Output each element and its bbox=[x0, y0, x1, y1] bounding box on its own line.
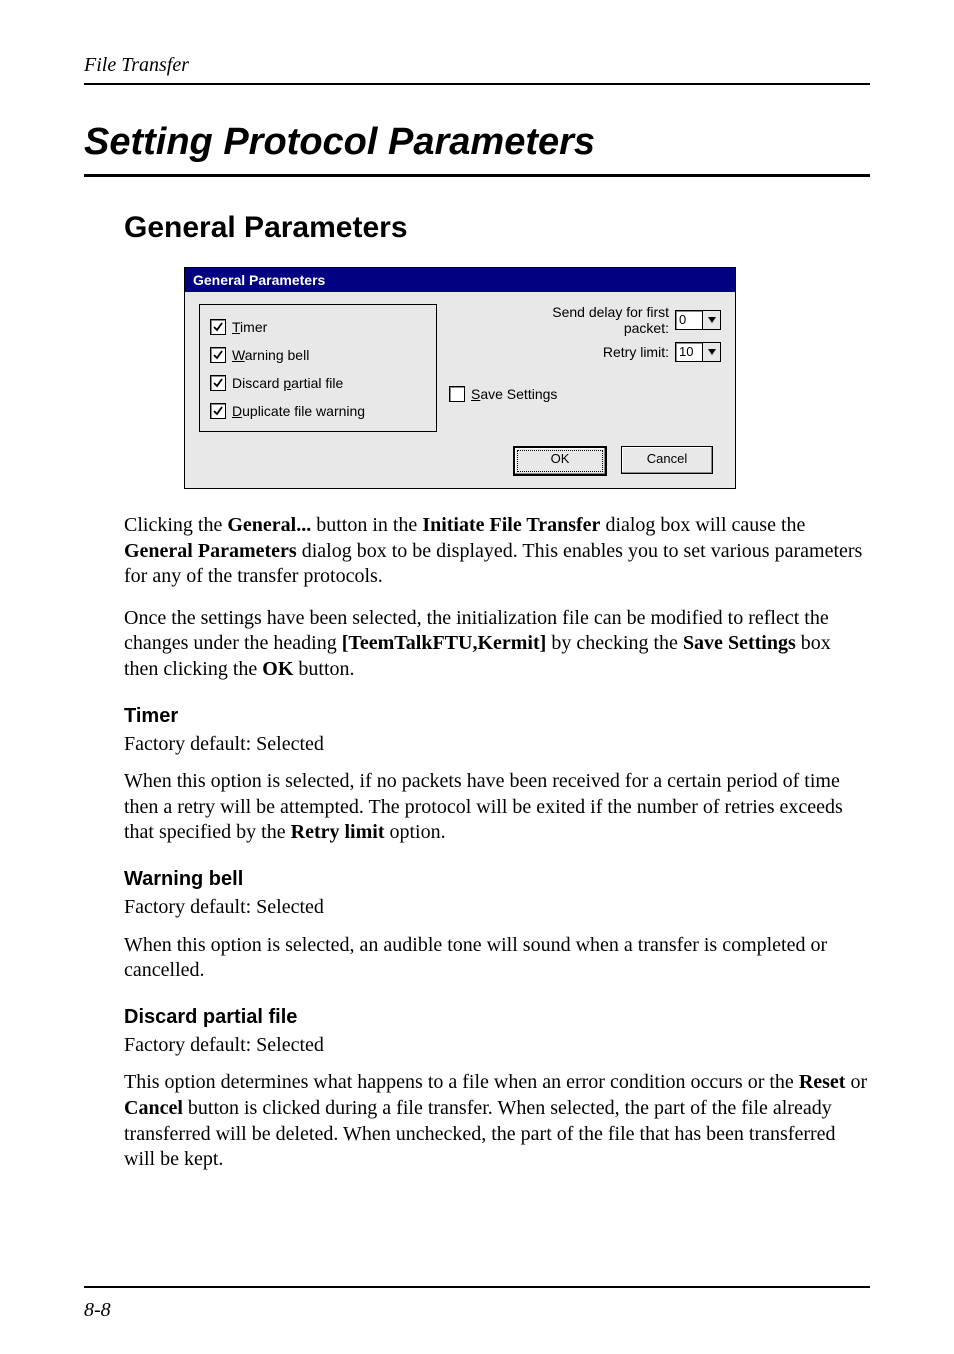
discard-description: This option determines what happens to a… bbox=[124, 1070, 870, 1172]
discard-partial-label: Discard partial file bbox=[232, 375, 343, 391]
timer-description: When this option is selected, if no pack… bbox=[124, 769, 870, 846]
warning-bell-option[interactable]: Warning bell bbox=[210, 347, 420, 363]
chevron-down-icon bbox=[708, 349, 716, 355]
ok-button[interactable]: OK bbox=[513, 446, 607, 476]
send-delay-label: Send delay for first packet: bbox=[552, 304, 669, 336]
intro-paragraph-1: Clicking the General... button in the In… bbox=[124, 513, 870, 590]
retry-limit-value[interactable]: 10 bbox=[675, 342, 703, 362]
section-title: Setting Protocol Parameters bbox=[84, 121, 870, 177]
retry-limit-dropdown-button[interactable] bbox=[703, 342, 721, 362]
warning-bell-label: Warning bell bbox=[232, 347, 309, 363]
send-delay-combo[interactable]: 0 bbox=[675, 310, 721, 330]
warning-bell-heading: Warning bell bbox=[124, 868, 870, 891]
save-settings-option[interactable]: Save Settings bbox=[449, 386, 721, 402]
send-delay-dropdown-button[interactable] bbox=[703, 310, 721, 330]
discard-partial-option[interactable]: Discard partial file bbox=[210, 375, 420, 391]
send-delay-value[interactable]: 0 bbox=[675, 310, 703, 330]
retry-limit-row: Retry limit: 10 bbox=[449, 342, 721, 362]
duplicate-warning-label: Duplicate file warning bbox=[232, 403, 365, 419]
save-settings-label: Save Settings bbox=[471, 386, 557, 402]
duplicate-warning-checkbox[interactable] bbox=[210, 403, 226, 419]
timer-default: Factory default: Selected bbox=[124, 732, 870, 758]
warning-bell-description: When this option is selected, an audible… bbox=[124, 933, 870, 984]
running-head: File Transfer bbox=[84, 54, 870, 85]
warning-bell-checkbox[interactable] bbox=[210, 347, 226, 363]
subsection-title: General Parameters bbox=[124, 211, 870, 245]
discard-default: Factory default: Selected bbox=[124, 1033, 870, 1059]
options-fieldset: Timer Warning bell Discard partial file bbox=[199, 304, 437, 432]
discard-partial-checkbox[interactable] bbox=[210, 375, 226, 391]
dialog-title: General Parameters bbox=[185, 268, 735, 292]
send-delay-row: Send delay for first packet: 0 bbox=[449, 304, 721, 336]
timer-label: Timer bbox=[232, 319, 267, 335]
intro-paragraph-2: Once the settings have been selected, th… bbox=[124, 606, 870, 683]
footer-rule bbox=[84, 1286, 870, 1288]
save-settings-checkbox[interactable] bbox=[449, 386, 465, 402]
retry-limit-combo[interactable]: 10 bbox=[675, 342, 721, 362]
chevron-down-icon bbox=[708, 317, 716, 323]
duplicate-warning-option[interactable]: Duplicate file warning bbox=[210, 403, 420, 419]
page-number: 8-8 bbox=[84, 1299, 111, 1322]
warning-bell-default: Factory default: Selected bbox=[124, 895, 870, 921]
retry-limit-label: Retry limit: bbox=[603, 344, 669, 360]
timer-checkbox[interactable] bbox=[210, 319, 226, 335]
general-parameters-dialog: General Parameters Timer Warning bell bbox=[184, 267, 736, 489]
cancel-button[interactable]: Cancel bbox=[621, 446, 713, 474]
timer-heading: Timer bbox=[124, 705, 870, 728]
timer-option[interactable]: Timer bbox=[210, 319, 420, 335]
discard-heading: Discard partial file bbox=[124, 1006, 870, 1029]
